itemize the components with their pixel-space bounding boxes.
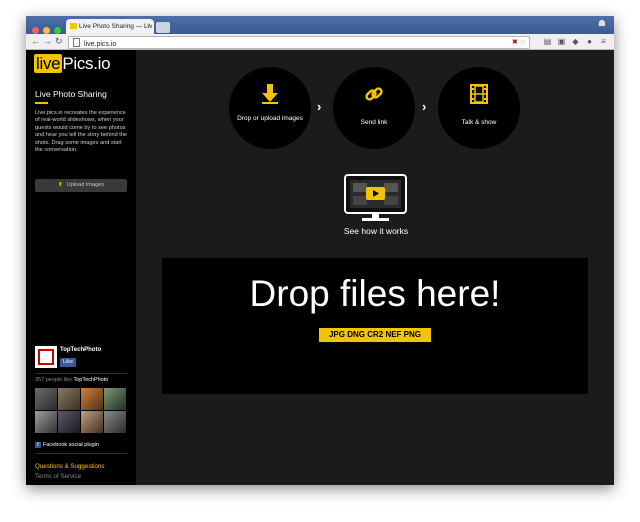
facebook-page-name[interactable]: TopTechPhoto <box>60 347 101 353</box>
upload-images-button[interactable]: ⬆ Upload images <box>35 179 127 192</box>
address-bar[interactable]: live.pics.io ✖ ☆ <box>68 36 530 49</box>
extension-icon-1[interactable]: ▤ <box>543 37 552 46</box>
extension-icon-3[interactable]: ◆ <box>571 37 580 46</box>
avatar[interactable] <box>58 388 80 410</box>
film-icon <box>438 84 520 109</box>
download-arrow-icon <box>229 84 311 109</box>
close-tab-icon[interactable]: × <box>147 19 151 34</box>
divider <box>35 453 127 454</box>
zoom-window-icon[interactable] <box>54 27 61 34</box>
favicon-icon <box>70 23 77 29</box>
facebook-like-count: 357 people like TopTechPhoto <box>35 377 109 383</box>
blocked-icon[interactable]: ✖ ☆ <box>512 37 526 48</box>
step-label: Drop or upload images <box>237 115 303 122</box>
step-label: Talk & show <box>461 119 497 126</box>
step-talk-show[interactable]: Talk & show <box>438 67 520 149</box>
extension-icon-2[interactable]: ▣ <box>557 37 566 46</box>
page-icon <box>73 38 80 47</box>
minimize-window-icon[interactable] <box>43 27 50 34</box>
tab-strip: Live Photo Sharing — Liv × ☗ <box>26 16 614 34</box>
sidebar: live Pics.io Live Photo Sharing Live.pics… <box>26 50 136 485</box>
avatar[interactable] <box>35 411 57 433</box>
drop-zone[interactable]: Drop files here! JPG DNG CR2 NEF PNG <box>162 258 588 394</box>
browser-toolbar: ← → ↻ live.pics.io ✖ ☆ ▤ ▣ ◆ ● ≡ <box>26 34 614 50</box>
divider <box>35 373 127 374</box>
avatar[interactable] <box>35 388 57 410</box>
facebook-faces <box>35 388 127 434</box>
step-label: Send link <box>360 119 388 126</box>
step-upload[interactable]: Drop or upload images <box>229 67 311 149</box>
main-content: Drop or upload images › Send link › Talk… <box>136 50 614 485</box>
url-text: live.pics.io <box>84 41 117 48</box>
browser-tab[interactable]: Live Photo Sharing — Liv × <box>66 19 154 34</box>
drop-title: Drop files here! <box>249 273 501 314</box>
tab-title: Live Photo Sharing — Liv <box>79 23 153 30</box>
formats-badge: JPG DNG CR2 NEF PNG <box>319 328 431 342</box>
browser-window: Live Photo Sharing — Liv × ☗ ← → ↻ live.… <box>26 16 614 485</box>
see-how-it-works-link[interactable]: See how it works <box>316 226 436 236</box>
terms-link[interactable]: Terms of Service <box>35 473 81 480</box>
questions-link[interactable]: Questions & Suggestions <box>35 463 104 470</box>
avatar[interactable] <box>104 411 126 433</box>
extension-icon-4[interactable]: ● <box>585 37 594 46</box>
avatar[interactable] <box>81 388 103 410</box>
forward-icon[interactable]: → <box>43 35 52 48</box>
link-icon <box>333 84 415 109</box>
sidebar-title: Live Photo Sharing <box>35 89 107 99</box>
facebook-plugin-label[interactable]: f Facebook social plugin <box>35 442 99 448</box>
menu-icon[interactable]: ≡ <box>599 37 608 46</box>
step-send-link[interactable]: Send link <box>333 67 415 149</box>
avatar[interactable] <box>81 411 103 433</box>
close-window-icon[interactable] <box>32 27 39 34</box>
video-thumbnail[interactable] <box>344 174 407 223</box>
back-icon[interactable]: ← <box>31 35 40 48</box>
facebook-like-button[interactable]: Like <box>60 358 77 367</box>
new-tab-button[interactable] <box>156 22 170 33</box>
upload-arrow-icon: ⬆ <box>57 182 63 188</box>
chevron-right-icon: › <box>317 99 322 114</box>
logo[interactable]: live Pics.io <box>34 54 111 74</box>
reload-icon[interactable]: ↻ <box>55 35 63 48</box>
profile-icon[interactable]: ☗ <box>598 18 606 29</box>
avatar[interactable] <box>104 388 126 410</box>
chevron-right-icon: › <box>422 99 427 114</box>
facebook-page-logo[interactable] <box>35 346 57 368</box>
avatar[interactable] <box>58 411 80 433</box>
title-underline <box>35 102 48 104</box>
sidebar-description: Live.pics.io recreates the experience of… <box>35 110 128 154</box>
facebook-icon: f <box>35 442 41 448</box>
